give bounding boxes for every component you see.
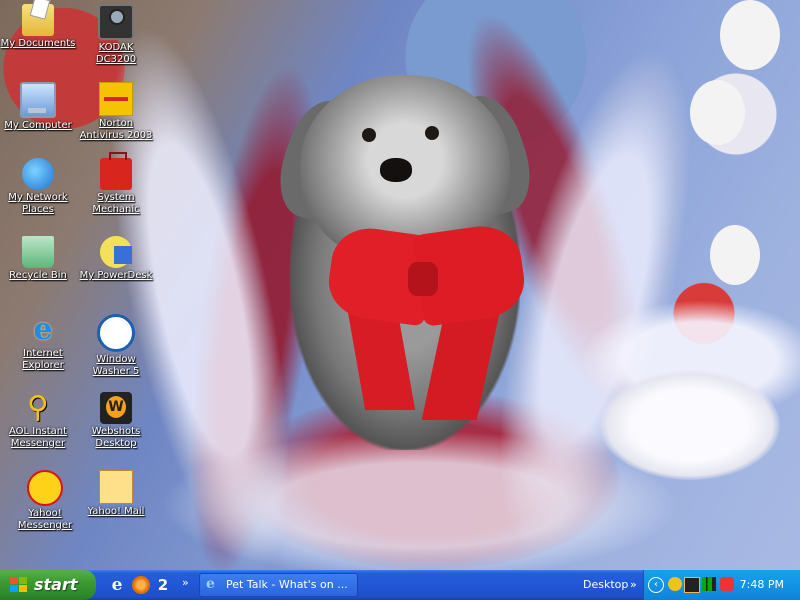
desktop-icon-webshots[interactable]: Webshots Desktop: [78, 392, 154, 450]
documents-folder-icon: [22, 4, 54, 36]
powerdesk-icon: [100, 236, 132, 268]
quick-launch-media-player-icon[interactable]: [132, 576, 150, 594]
start-button[interactable]: start: [0, 570, 96, 600]
desktop-icon-norton[interactable]: Norton Antivirus 2003: [78, 82, 154, 142]
desktop-icon-label: Recycle Bin: [9, 270, 67, 281]
wallpaper-snowman: [720, 0, 780, 70]
camera-icon: [98, 4, 134, 40]
aim-running-man-icon: ⚲: [27, 390, 49, 425]
quick-launch-internet-explorer-icon[interactable]: e: [108, 576, 126, 594]
wallpaper-dog-eye: [425, 126, 439, 140]
wallpaper-plush-toy: [600, 370, 780, 480]
desktop-icon-yahoo-messenger[interactable]: Yahoo! Messenger: [7, 470, 83, 532]
norton-shield-icon: [99, 82, 133, 116]
quick-launch-messenger-icon[interactable]: 2: [154, 576, 172, 594]
desktop-icon-system-mechanic[interactable]: System Mechanic: [78, 152, 154, 216]
desktop-icon-label: Yahoo! Messenger: [17, 508, 73, 531]
desktop-icon-label: Window Washer 5: [92, 354, 140, 377]
desktop-icon-label: My Computer: [4, 120, 72, 131]
wallpaper-dog-eye: [362, 128, 376, 142]
desktop-icon-label: My Network Places: [8, 192, 68, 215]
start-label: start: [34, 575, 78, 594]
taskbar-button-pet-talk[interactable]: e Pet Talk - What's on ...: [199, 573, 358, 597]
webshots-icon: [100, 392, 132, 424]
internet-explorer-icon: e: [33, 312, 53, 347]
desktop-toolbar[interactable]: Desktop: [583, 578, 628, 591]
desktop-icon-my-documents[interactable]: My Documents: [0, 4, 76, 50]
desktop-icon-label: My PowerDesk: [79, 270, 153, 281]
wallpaper-snowman: [710, 225, 760, 285]
toolbox-icon: [100, 152, 132, 190]
wallpaper-snowman: [690, 80, 745, 145]
taskbar-button-label: Pet Talk - What's on ...: [226, 578, 348, 591]
desktop-icon-label: Webshots Desktop: [91, 426, 141, 449]
wallpaper-dog-nose: [380, 158, 412, 182]
yahoo-smiley-icon: [27, 470, 63, 506]
yahoo-mail-envelope-icon: [99, 470, 133, 504]
network-globe-icon: [22, 158, 54, 190]
show-hidden-icons-arrow-icon[interactable]: ‹: [648, 577, 664, 593]
desktop-icon-label: Yahoo! Mail: [87, 506, 145, 517]
desktop-icon-my-powerdesk[interactable]: My PowerDesk: [78, 236, 154, 282]
taskbar-clock[interactable]: 7:48 PM: [740, 578, 784, 591]
webshots-tray-icon[interactable]: [684, 577, 700, 593]
window-washer-icon: [97, 314, 135, 352]
desktop-icon-internet-explorer[interactable]: e Internet Explorer: [5, 314, 81, 372]
desktop-icon-label: System Mechanic: [92, 192, 140, 215]
windows-flag-icon: [10, 577, 28, 593]
desktop-icon-my-computer[interactable]: My Computer: [0, 82, 76, 132]
recycle-bin-icon: [22, 236, 54, 268]
wallpaper-tinsel: [160, 430, 680, 570]
desktop-icon-my-network-places[interactable]: My Network Places: [0, 158, 76, 216]
system-tray: ‹ 7:48 PM: [643, 570, 800, 600]
quick-launch-chevron-icon[interactable]: »: [182, 576, 189, 589]
desktop-icon-aol-instant-messenger[interactable]: ⚲ AOL Instant Messenger: [0, 392, 76, 450]
desktop-icon-label: Internet Explorer: [22, 348, 64, 371]
desktop-icon-window-washer[interactable]: Window Washer 5: [78, 314, 154, 378]
desktop-icon-recycle-bin[interactable]: Recycle Bin: [0, 236, 76, 282]
yahoo-tray-icon[interactable]: [668, 577, 682, 591]
desktop-toolbar-chevron-icon[interactable]: »: [630, 578, 637, 591]
norton-tray-icon[interactable]: [702, 577, 716, 591]
desktop-icon-label: Norton Antivirus 2003: [79, 118, 153, 141]
network-tray-icon[interactable]: [720, 577, 734, 591]
desktop-icon-yahoo-mail[interactable]: Yahoo! Mail: [78, 470, 154, 518]
desktop-icon-label: KODAK DC3200: [95, 42, 137, 65]
desktop-icon-kodak[interactable]: KODAK DC3200: [78, 4, 154, 66]
wallpaper-bow-knot: [408, 262, 438, 296]
taskbar: start e 2 » e Pet Talk - What's on ... D…: [0, 570, 800, 600]
desktop-icon-label: AOL Instant Messenger: [8, 426, 68, 449]
computer-icon: [20, 82, 56, 118]
desktop-icon-label: My Documents: [0, 38, 76, 49]
internet-explorer-icon: e: [206, 576, 215, 592]
